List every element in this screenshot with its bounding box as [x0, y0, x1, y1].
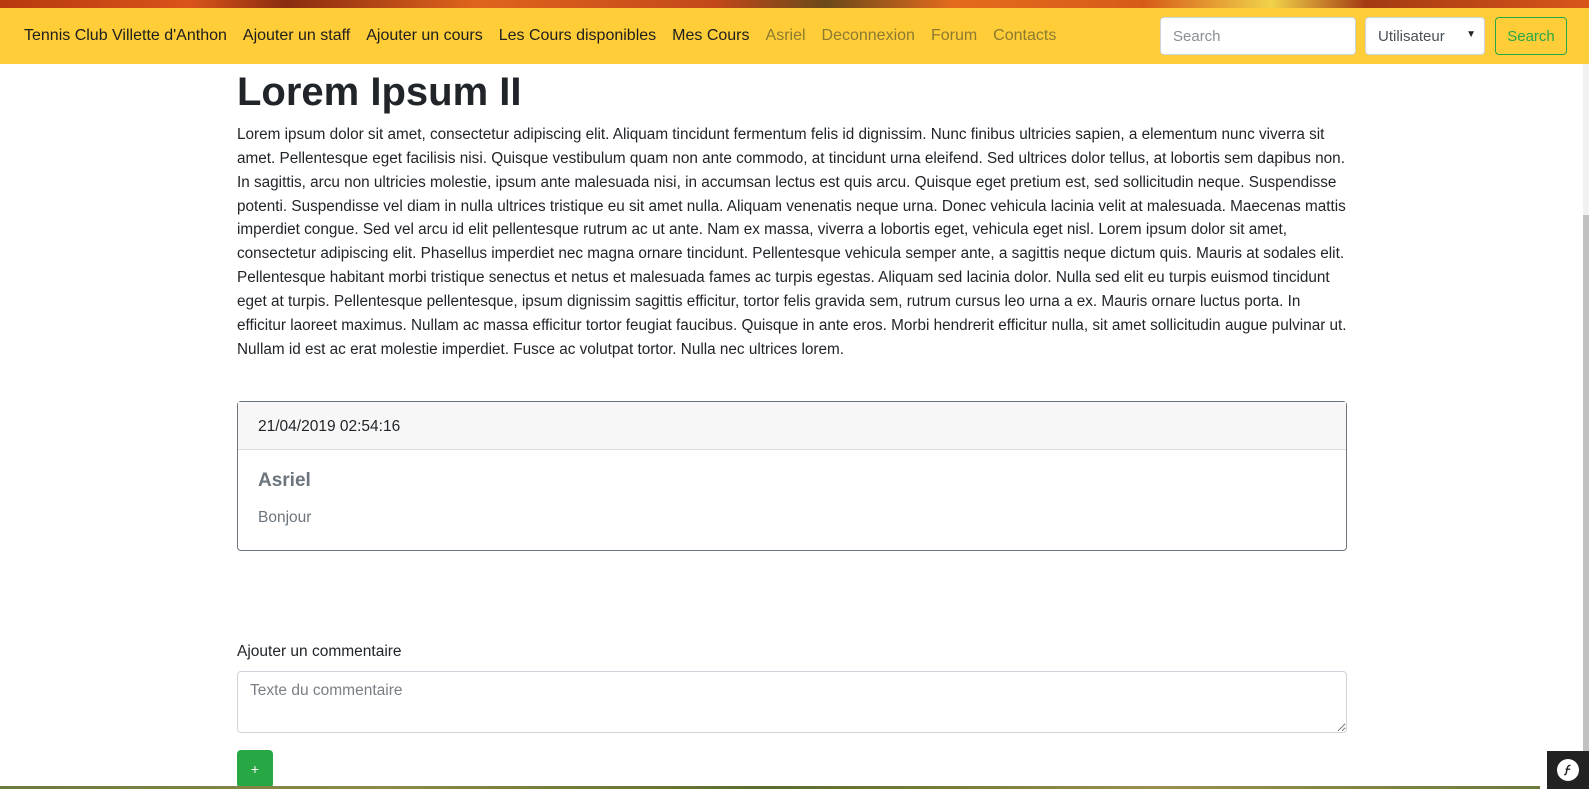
nav-links: Tennis Club Villette d'Anthon Ajouter un… [24, 27, 1072, 45]
nav-link-forum[interactable]: Forum [931, 27, 977, 45]
caret-down-icon: ▼ [1466, 29, 1476, 40]
post-content: Lorem Ipsum II Lorem ipsum dolor sit ame… [237, 64, 1347, 361]
add-comment-label: Ajouter un commentaire [237, 643, 402, 660]
header-banner-image [0, 0, 1589, 8]
post-body: Lorem ipsum dolor sit amet, consectetur … [237, 126, 1347, 358]
add-comment-button[interactable]: + [237, 750, 273, 788]
comment-date: 21/04/2019 02:54:16 [238, 402, 1346, 450]
nav-link-ajouter-staff[interactable]: Ajouter un staff [243, 27, 350, 45]
top-navbar: Tennis Club Villette d'Anthon Ajouter un… [0, 8, 1589, 64]
navbar-brand[interactable]: Tennis Club Villette d'Anthon [24, 27, 227, 45]
search-type-select-value: Utilisateur [1378, 27, 1445, 45]
nav-link-mes-cours[interactable]: Mes Cours [672, 27, 749, 45]
comment-textarea[interactable] [237, 671, 1347, 733]
navbar-search-form: Utilisateur ▼ Search [1160, 17, 1567, 55]
nav-link-user-profile[interactable]: Asriel [766, 27, 806, 45]
comment-text: Bonjour [258, 509, 312, 526]
comment-body: Asriel Bonjour [238, 450, 1346, 527]
symfony-debug-toolbar-toggle[interactable] [1547, 751, 1589, 789]
nav-link-ajouter-cours[interactable]: Ajouter un cours [366, 27, 483, 45]
comment-card: 21/04/2019 02:54:16 Asriel Bonjour [237, 401, 1347, 551]
search-type-select[interactable]: Utilisateur ▼ [1365, 17, 1485, 55]
symfony-logo-icon [1557, 759, 1579, 781]
search-input[interactable] [1160, 17, 1356, 55]
nav-link-cours-disponibles[interactable]: Les Cours disponibles [499, 27, 656, 45]
search-button[interactable]: Search [1495, 17, 1567, 55]
post-title: Lorem Ipsum II [237, 70, 522, 114]
nav-link-deconnexion[interactable]: Deconnexion [822, 27, 915, 45]
page-scrollbar-thumb[interactable] [1583, 215, 1589, 775]
comment-author: Asriel [258, 470, 311, 491]
nav-link-contacts[interactable]: Contacts [993, 27, 1056, 45]
